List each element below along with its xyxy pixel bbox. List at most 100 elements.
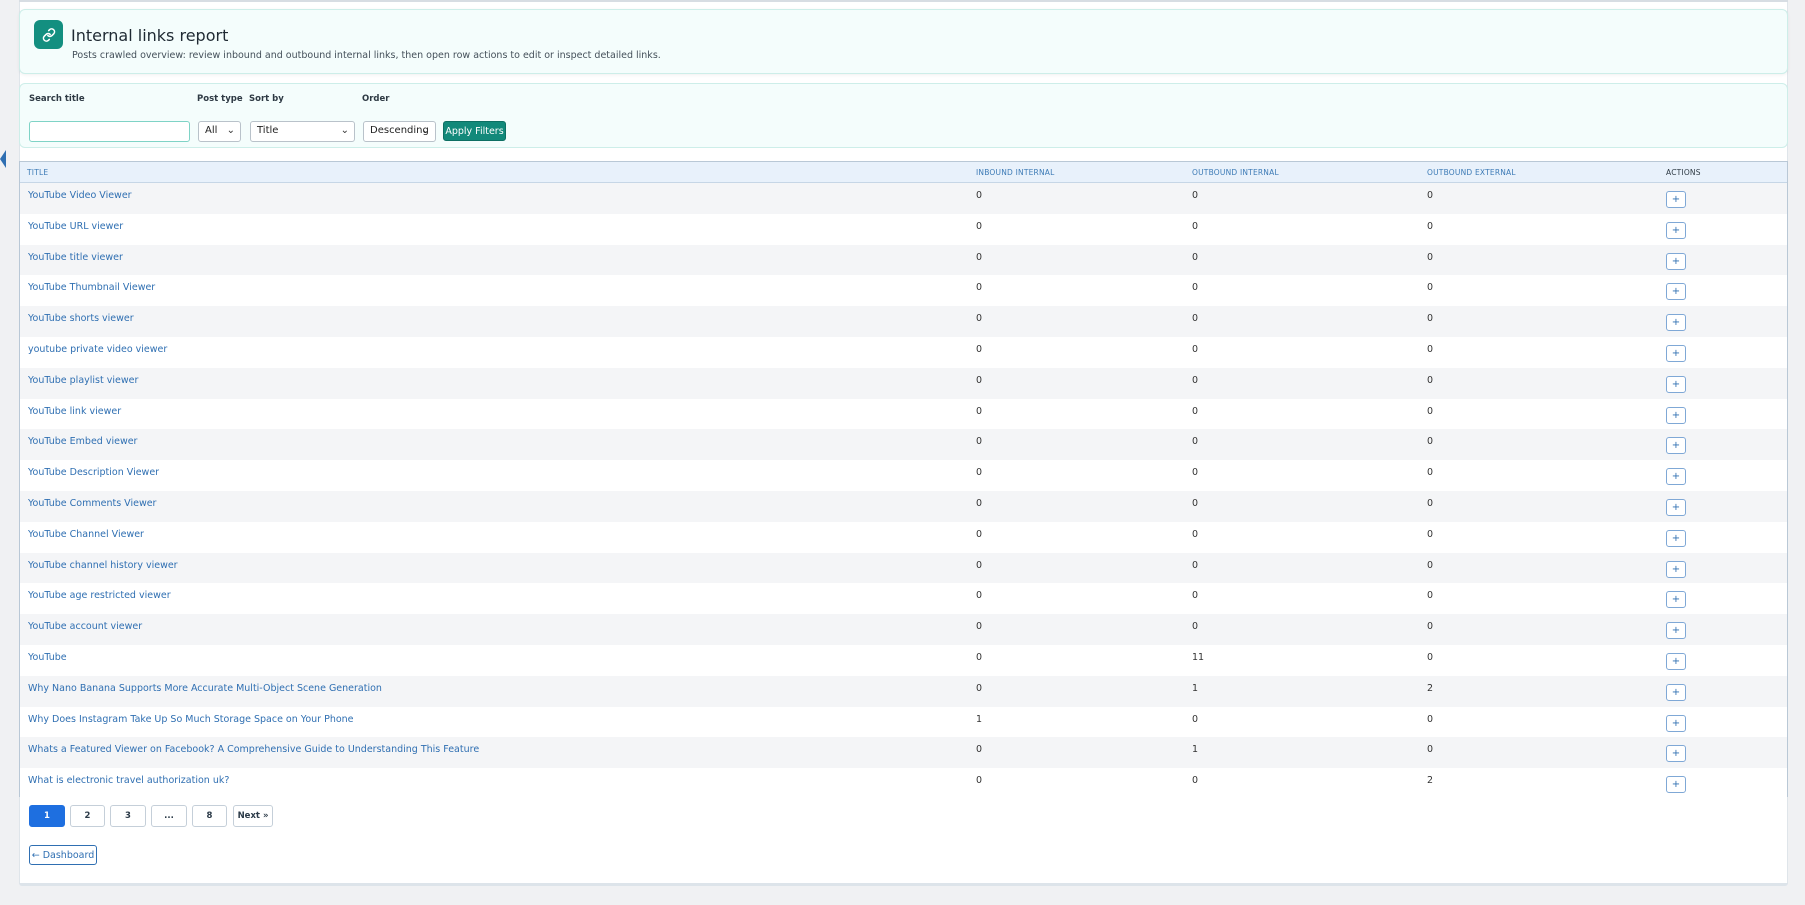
inbound-internal-count: 0 — [976, 251, 983, 263]
order-label: Order — [362, 94, 390, 104]
page-button-3[interactable]: 3 — [110, 805, 146, 827]
post-title-link[interactable]: YouTube account viewer — [28, 621, 142, 632]
page-button-8[interactable]: 8 — [192, 805, 227, 827]
inbound-internal-count: 0 — [976, 313, 983, 325]
outbound-external-count: 0 — [1427, 313, 1434, 325]
outbound-internal-count: 0 — [1192, 405, 1199, 417]
column-header-actions: ACTIONS — [1666, 168, 1701, 177]
outbound-internal-count: 0 — [1192, 621, 1199, 633]
post-title-link[interactable]: YouTube title viewer — [28, 252, 123, 263]
row-actions-button[interactable]: + — [1666, 252, 1686, 270]
row-actions-button[interactable]: + — [1666, 776, 1686, 794]
outbound-internal-count: 0 — [1192, 374, 1199, 386]
post-title-link[interactable]: YouTube shorts viewer — [28, 313, 134, 324]
inbound-internal-count: 0 — [976, 652, 983, 663]
sort-by-label: Sort by — [249, 94, 284, 104]
sidebar-collapse-marker[interactable] — [0, 150, 6, 168]
inbound-internal-count: 0 — [976, 498, 983, 509]
row-actions-button[interactable]: + — [1666, 221, 1686, 239]
outbound-external-count: 0 — [1427, 498, 1434, 509]
chevron-down-icon: ⌄ — [421, 125, 430, 136]
row-actions-button[interactable]: + — [1666, 314, 1686, 332]
table-header: TITLE INBOUND INTERNAL OUTBOUND INTERNAL… — [20, 162, 1787, 183]
page-button-2[interactable]: 2 — [70, 805, 105, 827]
row-actions-button[interactable]: + — [1666, 529, 1686, 547]
table-row: Whats a Featured Viewer on Facebook? A C… — [20, 737, 1787, 769]
outbound-internal-count: 0 — [1192, 220, 1199, 232]
row-actions-button[interactable]: + — [1666, 653, 1686, 670]
post-type-select[interactable]: All ⌄ — [198, 121, 241, 142]
post-title-link[interactable]: YouTube Channel Viewer — [28, 529, 144, 540]
outbound-external-count: 0 — [1427, 467, 1434, 479]
row-actions-button[interactable]: + — [1666, 622, 1686, 640]
row-actions-button[interactable]: + — [1666, 406, 1686, 424]
post-title-link[interactable]: Why Nano Banana Supports More Accurate M… — [28, 683, 382, 694]
table-row: YouTube Channel Viewer 0 0 0 + — [20, 521, 1787, 553]
dashboard-button[interactable]: ← Dashboard — [29, 845, 97, 865]
row-actions-button[interactable]: + — [1666, 499, 1686, 516]
post-title-link[interactable]: youtube private video viewer — [28, 344, 167, 355]
next-page-button[interactable]: Next » — [233, 805, 273, 827]
order-select[interactable]: Descending ⌄ — [363, 121, 436, 142]
post-title-link[interactable]: YouTube channel history viewer — [28, 560, 178, 571]
outbound-external-count: 0 — [1427, 713, 1434, 725]
post-title-link[interactable]: Whats a Featured Viewer on Facebook? A C… — [28, 744, 479, 755]
sort-by-value: Title — [257, 125, 279, 136]
outbound-external-count: 0 — [1427, 251, 1434, 263]
row-actions-button[interactable]: + — [1666, 745, 1686, 763]
post-type-label: Post type — [197, 94, 243, 104]
apply-filters-button[interactable]: Apply Filters — [443, 121, 506, 141]
post-title-link[interactable]: YouTube URL viewer — [28, 221, 123, 232]
search-title-label: Search title — [29, 94, 85, 104]
row-actions-button[interactable]: + — [1666, 468, 1686, 486]
row-actions-button[interactable]: + — [1666, 283, 1686, 301]
sort-by-select[interactable]: Title ⌄ — [250, 121, 355, 142]
table-row: YouTube Embed viewer 0 0 0 + — [20, 429, 1787, 461]
post-title-link[interactable]: YouTube — [28, 652, 67, 663]
page-button-1[interactable]: 1 — [29, 805, 65, 827]
post-title-link[interactable]: YouTube age restricted viewer — [28, 590, 171, 601]
row-actions-button[interactable]: + — [1666, 683, 1686, 701]
table-row: YouTube playlist viewer 0 0 0 + — [20, 367, 1787, 399]
page-title: Internal links report — [71, 26, 229, 45]
row-actions-button[interactable]: + — [1666, 437, 1686, 455]
table-row: Why Does Instagram Take Up So Much Stora… — [20, 706, 1787, 738]
page-description: Posts crawled overview: review inbound a… — [72, 50, 661, 61]
row-actions-button[interactable]: + — [1666, 345, 1686, 362]
row-actions-button[interactable]: + — [1666, 591, 1686, 609]
table-row: Why Nano Banana Supports More Accurate M… — [20, 675, 1787, 707]
post-title-link[interactable]: YouTube link viewer — [28, 406, 121, 417]
post-title-link[interactable]: YouTube Embed viewer — [28, 436, 137, 447]
post-title-link[interactable]: YouTube Description Viewer — [28, 467, 159, 478]
row-actions-button[interactable]: + — [1666, 375, 1686, 393]
chevron-down-icon: ⌄ — [340, 125, 349, 136]
inbound-internal-count: 0 — [976, 467, 983, 479]
table-row: YouTube Description Viewer 0 0 0 + — [20, 460, 1787, 491]
post-title-link[interactable]: What is electronic travel authorization … — [28, 775, 229, 786]
outbound-internal-count: 0 — [1192, 590, 1199, 602]
post-title-link[interactable]: YouTube Comments Viewer — [28, 498, 156, 509]
post-title-link[interactable]: YouTube Video Viewer — [28, 190, 132, 201]
column-header-outbound-internal[interactable]: OUTBOUND INTERNAL — [1192, 168, 1279, 177]
post-title-link[interactable]: YouTube playlist viewer — [28, 375, 138, 386]
inbound-internal-count: 0 — [976, 344, 983, 355]
outbound-external-count: 0 — [1427, 374, 1434, 386]
search-title-input[interactable] — [29, 121, 190, 142]
row-actions-button[interactable]: + — [1666, 191, 1686, 208]
column-header-inbound-internal[interactable]: INBOUND INTERNAL — [976, 168, 1054, 177]
column-header-title[interactable]: TITLE — [27, 168, 48, 177]
row-actions-button[interactable]: + — [1666, 714, 1686, 732]
post-title-link[interactable]: YouTube Thumbnail Viewer — [28, 282, 155, 293]
table-row: YouTube 0 11 0 + — [20, 645, 1787, 676]
inbound-internal-count: 0 — [976, 190, 983, 201]
outbound-internal-count: 0 — [1192, 251, 1199, 263]
outbound-external-count: 0 — [1427, 190, 1434, 201]
table-row: YouTube link viewer 0 0 0 + — [20, 398, 1787, 430]
inbound-internal-count: 0 — [976, 436, 983, 448]
outbound-external-count: 0 — [1427, 744, 1434, 756]
inbound-internal-count: 0 — [976, 374, 983, 386]
post-title-link[interactable]: Why Does Instagram Take Up So Much Stora… — [28, 714, 354, 725]
inbound-internal-count: 0 — [976, 220, 983, 232]
column-header-outbound-external[interactable]: OUTBOUND EXTERNAL — [1427, 168, 1516, 177]
row-actions-button[interactable]: + — [1666, 560, 1686, 578]
